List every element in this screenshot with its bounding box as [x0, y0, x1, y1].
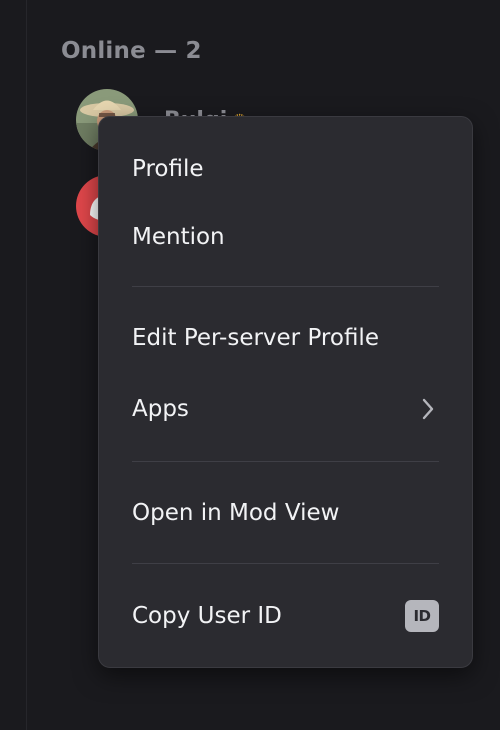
menu-item-apps[interactable]: Apps: [132, 389, 439, 429]
menu-item-label: Edit Per-server Profile: [132, 325, 379, 351]
menu-item-edit-per-server-profile[interactable]: Edit Per-server Profile: [132, 318, 439, 358]
menu-item-label: Apps: [132, 396, 189, 422]
menu-separator: [132, 286, 439, 287]
menu-item-label: Open in Mod View: [132, 500, 340, 526]
members-panel: Online — 2 Bulgi ♛: [0, 0, 500, 730]
menu-item-profile[interactable]: Profile: [132, 149, 439, 189]
menu-separator: [132, 563, 439, 564]
menu-item-label: Profile: [132, 156, 204, 182]
menu-item-mention[interactable]: Mention: [132, 217, 439, 257]
id-icon: ID: [405, 600, 439, 632]
chevron-right-icon: [417, 395, 439, 423]
menu-item-label: Mention: [132, 224, 225, 250]
panel-divider: [26, 0, 27, 730]
menu-item-label: Copy User ID: [132, 603, 282, 629]
menu-separator: [132, 461, 439, 462]
menu-item-open-in-mod-view[interactable]: Open in Mod View: [132, 493, 439, 533]
menu-item-copy-user-id[interactable]: Copy User ID ID: [132, 596, 439, 636]
user-context-menu: Profile Mention Edit Per-server Profile …: [98, 116, 473, 668]
online-section-header: Online — 2: [61, 38, 202, 64]
